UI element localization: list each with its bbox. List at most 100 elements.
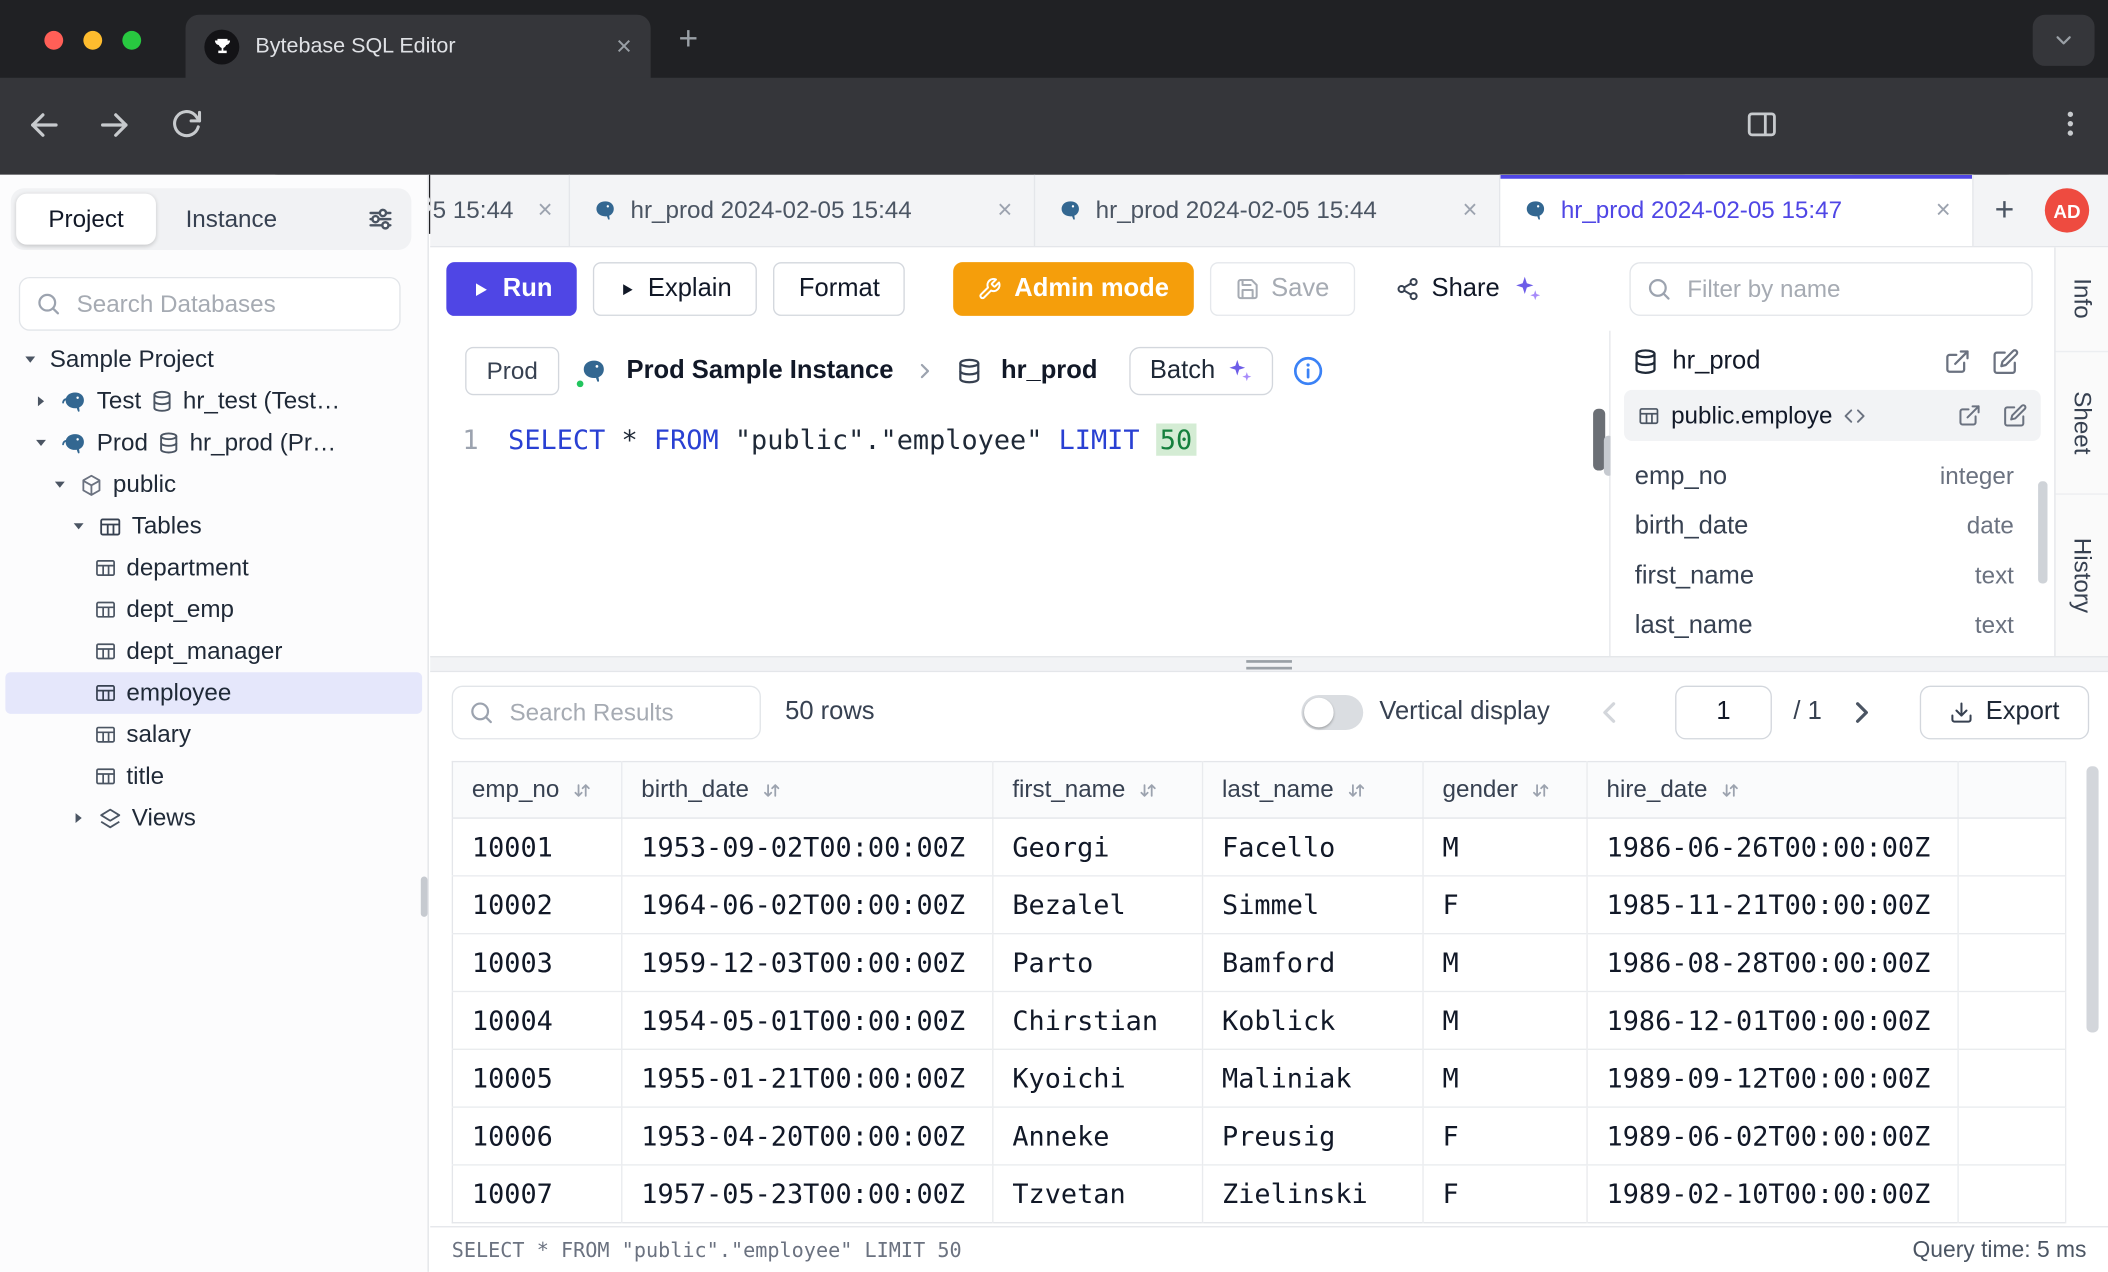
close-icon[interactable]: × <box>1463 196 1478 226</box>
previous-page-button[interactable] <box>1592 695 1627 730</box>
next-page-button[interactable] <box>1845 695 1880 730</box>
caret-down-icon[interactable] <box>30 436 52 451</box>
sort-icon[interactable] <box>1346 779 1368 801</box>
sort-icon[interactable] <box>1530 779 1552 801</box>
database-name[interactable]: hr_prod <box>1001 356 1098 386</box>
column-row[interactable]: birth_date date <box>1611 501 2055 551</box>
tree-item-env-test[interactable]: Test hr_test (Test… <box>0 380 428 422</box>
caret-down-icon[interactable] <box>67 519 89 534</box>
results-scrollbar[interactable] <box>2086 766 2098 1032</box>
tree-item-table-dept-manager[interactable]: dept_manager <box>0 631 428 673</box>
panel-divider[interactable] <box>430 656 2108 672</box>
search-icon <box>468 699 495 726</box>
sort-icon[interactable] <box>761 779 783 801</box>
external-link-icon[interactable] <box>1957 403 1981 427</box>
column-header[interactable]: last_name <box>1203 762 1423 818</box>
tab-search-button[interactable] <box>2033 15 2095 66</box>
window-minimize-button[interactable] <box>83 31 102 50</box>
tab-instance[interactable]: Instance <box>156 205 307 233</box>
column-row[interactable]: first_name text <box>1611 551 2055 601</box>
tree-item-table-title[interactable]: title <box>0 756 428 798</box>
save-button[interactable]: Save <box>1209 262 1355 316</box>
side-panel-icon[interactable] <box>1745 108 1779 142</box>
column-header[interactable]: gender <box>1423 762 1587 818</box>
tree-item-tables[interactable]: Tables <box>0 505 428 547</box>
schema-table-row[interactable]: public.employe <box>1624 390 2041 441</box>
tree-item-table-dept-emp[interactable]: dept_emp <box>0 589 428 631</box>
reload-button[interactable] <box>169 108 203 142</box>
sql-code-line[interactable]: 1 SELECT * FROM "public"."employee" LIMI… <box>430 419 1609 459</box>
new-tab-button[interactable]: + <box>670 20 708 58</box>
panel-divider-handle[interactable] <box>1246 660 1292 669</box>
external-link-icon[interactable] <box>1944 348 1971 375</box>
sort-icon[interactable] <box>1720 779 1742 801</box>
tree-item-env-prod[interactable]: Prod hr_prod (Pr… <box>0 422 428 464</box>
vertical-display-toggle[interactable] <box>1301 695 1363 730</box>
column-header[interactable]: birth_date <box>622 762 993 818</box>
database-search-input[interactable] <box>74 288 385 319</box>
browser-titlebar: Bytebase SQL Editor × + <box>0 0 2108 78</box>
tab-sheet[interactable]: Sheet <box>2056 352 2108 495</box>
query-tab-3[interactable]: hr_prod 2024-02-05 15:44 × <box>1035 175 1500 246</box>
tab-info[interactable]: Info <box>2056 247 2108 352</box>
database-search[interactable] <box>19 277 401 331</box>
tree-item-table-salary[interactable]: salary <box>0 714 428 756</box>
code-icon[interactable] <box>1843 404 1866 427</box>
query-tab-2[interactable]: hr_prod 2024-02-05 15:44 × <box>570 175 1035 246</box>
edit-icon[interactable] <box>2003 403 2027 427</box>
admin-mode-button[interactable]: Admin mode <box>954 262 1193 316</box>
info-icon[interactable] <box>1292 355 1324 387</box>
column-row[interactable]: last_name text <box>1611 601 2055 651</box>
query-tab-4-active[interactable]: hr_prod 2024-02-05 15:47 × <box>1500 175 1973 246</box>
schema-scrollbar[interactable] <box>2038 481 2047 583</box>
caret-right-icon[interactable] <box>67 811 89 826</box>
window-close-button[interactable] <box>44 31 63 50</box>
close-icon[interactable]: × <box>1936 196 1951 226</box>
caret-down-icon[interactable] <box>19 352 41 367</box>
schema-filter[interactable] <box>1629 262 2032 316</box>
sort-icon[interactable] <box>571 779 593 801</box>
query-tab-1[interactable]: 5 15:44 × <box>430 175 570 246</box>
browser-tab-close-icon[interactable]: × <box>616 33 632 60</box>
share-button[interactable]: Share <box>1371 262 1566 316</box>
back-button[interactable] <box>27 108 62 143</box>
sql-table-ident: "public"."employee" <box>735 423 1043 455</box>
run-button[interactable]: Run <box>446 262 576 316</box>
edit-icon[interactable] <box>1992 348 2019 375</box>
tree-item-schema-public[interactable]: public <box>0 464 428 506</box>
close-icon[interactable]: × <box>997 196 1012 226</box>
tab-project[interactable]: Project <box>16 194 156 245</box>
schema-database-row[interactable]: hr_prod <box>1611 331 2055 377</box>
format-button[interactable]: Format <box>773 262 905 316</box>
caret-right-icon[interactable] <box>30 394 52 409</box>
page-number-input[interactable] <box>1675 686 1772 740</box>
explain-button[interactable]: Explain <box>593 262 757 316</box>
sql-editor-pane[interactable]: Prod Prod Sample Instance hr_prod Batch … <box>430 331 1609 656</box>
sort-icon[interactable] <box>1137 779 1159 801</box>
forward-button[interactable] <box>97 108 132 143</box>
results-search-input[interactable] <box>507 697 745 728</box>
column-header[interactable]: first_name <box>993 762 1203 818</box>
tree-item-table-employee[interactable]: employee <box>5 672 422 714</box>
tree-item-project[interactable]: Sample Project <box>0 339 428 381</box>
schema-filter-input[interactable] <box>1685 274 2017 305</box>
browser-tab[interactable]: Bytebase SQL Editor × <box>186 15 651 78</box>
export-button[interactable]: Export <box>1920 686 2089 740</box>
tree-item-views[interactable]: Views <box>0 797 428 839</box>
column-header[interactable]: hire_date <box>1587 762 1958 818</box>
tree-item-table-department[interactable]: department <box>0 547 428 589</box>
column-header[interactable]: emp_no <box>452 762 621 818</box>
caret-down-icon[interactable] <box>48 477 70 492</box>
batch-button[interactable]: Batch <box>1130 347 1273 395</box>
column-row[interactable]: emp_no integer <box>1611 452 2055 502</box>
sidebar-resize-handle[interactable] <box>421 877 428 917</box>
results-search[interactable] <box>452 686 761 740</box>
add-query-tab-button[interactable]: + <box>1974 175 2036 246</box>
filter-settings-icon[interactable] <box>366 204 396 234</box>
tab-history[interactable]: History <box>2056 495 2108 659</box>
close-icon[interactable]: × <box>538 196 553 226</box>
user-avatar[interactable]: AD <box>2045 188 2089 232</box>
browser-menu-icon[interactable] <box>2054 108 2086 140</box>
window-maximize-button[interactable] <box>122 31 141 50</box>
instance-name[interactable]: Prod Sample Instance <box>627 356 894 386</box>
